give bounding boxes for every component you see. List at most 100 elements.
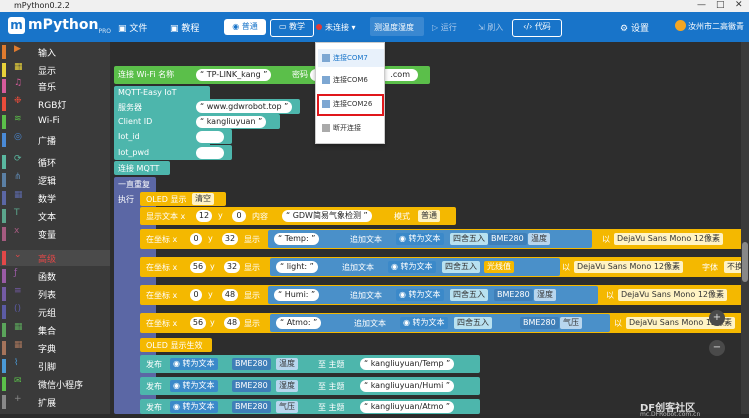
light-to-text[interactable]: ◉ 转为文本: [388, 261, 436, 273]
atmo-to-text[interactable]: ◉ 转为文本: [400, 317, 448, 329]
scrollbar-thumb[interactable]: [742, 242, 748, 282]
humi-field-dropdown[interactable]: 湿度: [534, 289, 556, 301]
sidebar-item-tuple[interactable]: () 元组: [0, 304, 110, 320]
light-x[interactable]: 56: [190, 261, 206, 273]
humi-sensor-chip[interactable]: BME280: [494, 289, 533, 301]
humi-round-dropdown[interactable]: 四舍五入: [450, 289, 488, 301]
server-input[interactable]: “ www.gdwrobot.top ”: [196, 101, 293, 113]
wifi-name-text: TP-LINK_kang: [206, 70, 261, 79]
temp-sensor-chip[interactable]: BME280: [488, 233, 527, 245]
iotpwd-input[interactable]: [196, 147, 224, 159]
sidebar-item-logic[interactable]: ⋔ 逻辑: [0, 172, 110, 188]
light-round-dropdown[interactable]: 四舍五入: [442, 261, 480, 273]
category-swatch: [2, 115, 6, 129]
sidebar-item-list[interactable]: ≡ 列表: [0, 286, 110, 302]
sidebar-item-rgb[interactable]: ❉ RGB灯: [0, 96, 110, 112]
publish-temp-topic[interactable]: “ kangliuyuan/Temp ”: [360, 358, 455, 370]
atmo-field-dropdown[interactable]: 气压: [560, 317, 582, 329]
file-menu[interactable]: ▣ 文件: [118, 21, 147, 34]
sidebar-item-set[interactable]: ▦ 集合: [0, 322, 110, 338]
publish-humi-to-text[interactable]: ◉ 转为文本: [170, 380, 218, 392]
humi-x[interactable]: 0: [190, 289, 202, 301]
maximize-icon[interactable]: □: [716, 0, 725, 10]
sidebar-item-pin[interactable]: ⌇ 引脚: [0, 358, 110, 374]
sidebar-item-display[interactable]: ▦ 显示: [0, 62, 110, 78]
temp-to-text[interactable]: ◉ 转为文本: [396, 233, 444, 245]
settings-button[interactable]: ⚙ 设置: [620, 21, 649, 34]
atmo-round-dropdown[interactable]: 四舍五入: [454, 317, 492, 329]
sidebar-item-variable[interactable]: x 变量: [0, 226, 110, 242]
publish-atmo-sensor[interactable]: BME280: [232, 401, 271, 413]
tutorial-menu[interactable]: ▣ 教程: [170, 21, 199, 34]
publish-temp-to-text[interactable]: ◉ 转为文本: [170, 358, 218, 370]
atmo-label-input[interactable]: “ Atmo: ”: [276, 317, 322, 329]
sidebar-item-music[interactable]: ♫ 音乐: [0, 78, 110, 94]
close-icon[interactable]: ✕: [735, 0, 743, 10]
light-value-chip[interactable]: 光线值: [484, 261, 514, 273]
sidebar-item-loop[interactable]: ⟳ 循环: [0, 154, 110, 170]
project-name-field[interactable]: 测温度湿度: [374, 22, 414, 33]
humi-y[interactable]: 48: [222, 289, 238, 301]
iotid-input[interactable]: [196, 131, 224, 143]
temp-font-dropdown[interactable]: DejaVu Sans Mono 12像素: [614, 233, 723, 245]
atmo-sensor-chip[interactable]: BME280: [520, 317, 559, 329]
code-button[interactable]: ‹/› 代码: [512, 19, 562, 37]
publish-humi-sensor[interactable]: BME280: [232, 380, 271, 392]
minimize-icon[interactable]: —: [697, 0, 706, 10]
sidebar-item-input[interactable]: ▶ 输入: [0, 44, 110, 60]
avatar[interactable]: [675, 20, 686, 31]
publish-temp-sensor[interactable]: BME280: [232, 358, 271, 370]
publish-temp-field[interactable]: 温度: [276, 358, 298, 370]
sidebar-item-broadcast[interactable]: ◎ 广播: [0, 132, 110, 148]
atmo-x[interactable]: 56: [190, 317, 206, 329]
sidebar-item-wifi[interactable]: ≋ Wi-Fi: [0, 114, 110, 130]
temp-x[interactable]: 0: [190, 233, 202, 245]
menu-item-com6[interactable]: 连接COM6: [318, 71, 384, 89]
oled-show-label: OLED 显示: [146, 195, 187, 204]
wifi-name-input[interactable]: “ TP-LINK_kang ”: [196, 69, 272, 81]
atmo-y[interactable]: 48: [224, 317, 240, 329]
sidebar-item-math[interactable]: ▦ 数学: [0, 190, 110, 206]
humi-to-text[interactable]: ◉ 转为文本: [396, 289, 444, 301]
zoom-out-button[interactable]: −: [709, 340, 725, 356]
publish-atmo-to-text[interactable]: ◉ 转为文本: [170, 401, 218, 413]
humi-font-dropdown[interactable]: DejaVu Sans Mono 12像素: [618, 289, 727, 301]
variable-icon: x: [14, 226, 20, 236]
sidebar-item-dict[interactable]: ▦ 字典: [0, 340, 110, 356]
publish-humi-field[interactable]: 湿度: [276, 380, 298, 392]
temp-y[interactable]: 32: [222, 233, 238, 245]
show-text-y[interactable]: 0: [232, 210, 246, 222]
pin-icon: ⌇: [14, 358, 19, 368]
publish-atmo-field[interactable]: 气压: [276, 401, 298, 413]
sidebar-item-function[interactable]: ƒ 函数: [0, 268, 110, 284]
menu-item-disconnect[interactable]: 断开连接: [318, 119, 384, 137]
client-input[interactable]: “ kangliuyuan ”: [196, 116, 267, 128]
zoom-in-button[interactable]: +: [709, 310, 725, 326]
title-text-input[interactable]: “ GDW简易气象检测 ”: [282, 210, 372, 222]
temp-field-dropdown[interactable]: 温度: [528, 233, 550, 245]
light-font-dropdown[interactable]: DejaVu Sans Mono 12像素: [574, 261, 683, 273]
mode-teach-button[interactable]: ▭ 教学: [270, 19, 314, 37]
mode-normal-button[interactable]: ◉ 普通: [224, 19, 266, 35]
mode-dropdown[interactable]: 普通: [418, 210, 440, 222]
clear-dropdown[interactable]: 清空: [192, 193, 214, 205]
publish-humi-topic[interactable]: “ kangliuyuan/Humi ”: [360, 380, 455, 392]
flash-button[interactable]: ⇲ 刷入: [478, 22, 503, 33]
sidebar-item-extend[interactable]: + 扩展: [0, 394, 110, 410]
light-label-input[interactable]: “ light: ”: [276, 261, 318, 273]
vertical-scrollbar[interactable]: [741, 42, 749, 414]
sidebar-item-wechat[interactable]: ✉ 微信小程序: [0, 376, 110, 392]
advanced-icon: ⌄: [14, 250, 22, 260]
show-text-x[interactable]: 12: [196, 210, 212, 222]
sidebar-item-text[interactable]: T 文本: [0, 208, 110, 224]
block-canvas[interactable]: 连接 Wi-Fi 名称 “ TP-LINK_kang ” 密码 .com MQT…: [110, 42, 749, 414]
connection-dropdown[interactable]: 未连接 ▾: [316, 19, 366, 36]
temp-label-input[interactable]: “ Temp: ”: [274, 233, 320, 245]
humi-label-input[interactable]: “ Humi: ”: [274, 289, 320, 301]
light-y[interactable]: 32: [224, 261, 240, 273]
run-button[interactable]: ▷ 运行: [432, 22, 457, 33]
temp-round-dropdown[interactable]: 四舍五入: [450, 233, 488, 245]
menu-item-com7[interactable]: 连接COM7: [318, 49, 384, 67]
publish-atmo-topic[interactable]: “ kangliuyuan/Atmo ”: [360, 401, 455, 413]
sidebar-item-advanced[interactable]: ⌄ 高级: [0, 250, 110, 266]
